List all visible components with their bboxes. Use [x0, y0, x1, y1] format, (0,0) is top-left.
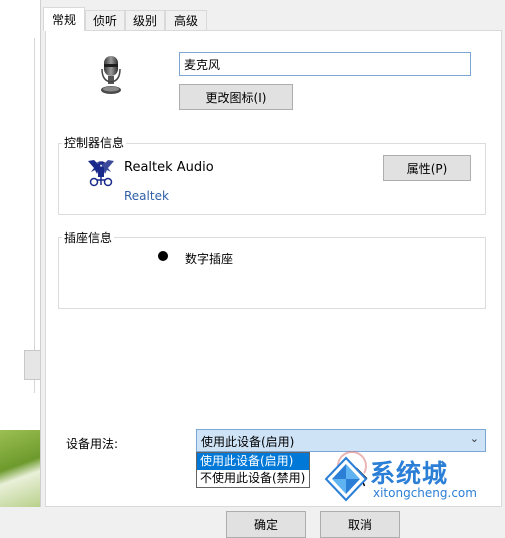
microphone-icon	[98, 55, 124, 98]
socket-type-text: 数字插座	[185, 252, 234, 266]
realtek-icon	[86, 158, 116, 191]
chevron-down-icon: ⌄	[469, 432, 479, 445]
tab-panel-general: 更改图标(I) 控制器信息 Realtek Audio Realtek 属性(P…	[45, 30, 502, 538]
device-usage-select[interactable]: 使用此设备(启用) ⌄	[196, 429, 486, 452]
tab-general[interactable]: 常规	[43, 7, 85, 31]
watermark-text: 系统城	[370, 459, 449, 488]
device-usage-selected-value: 使用此设备(启用)	[201, 435, 295, 449]
ok-button[interactable]: 确定	[226, 511, 306, 538]
controller-name: Realtek Audio	[124, 160, 214, 175]
device-usage-dropdown-list: 使用此设备(启用) 不使用此设备(禁用)	[196, 452, 310, 488]
controller-info-title: 控制器信息	[62, 134, 127, 151]
tab-listen[interactable]: 侦听	[85, 10, 125, 30]
microphone-properties-dialog: 常规 侦听 级别 高级 更改图标(I)	[40, 0, 505, 538]
device-usage-label: 设备用法:	[66, 437, 119, 451]
usage-option-enable[interactable]: 使用此设备(启用)	[197, 453, 309, 470]
background-window-pane	[6, 38, 35, 393]
watermark-logo-icon	[324, 456, 368, 505]
watermark-url: xitongcheng.com	[373, 486, 477, 500]
usage-option-disable[interactable]: 不使用此设备(禁用)	[197, 470, 309, 487]
socket-info-title: 插座信息	[62, 229, 115, 246]
tab-advanced[interactable]: 高级	[165, 10, 207, 30]
cancel-button[interactable]: 取消	[320, 511, 400, 538]
watermark: 系统城 xitongcheng.com	[322, 452, 477, 507]
background-desktop-wallpaper	[0, 430, 42, 507]
change-icon-button[interactable]: 更改图标(I)	[179, 84, 293, 110]
socket-info-group	[58, 237, 486, 309]
device-name-input[interactable]	[179, 52, 471, 76]
properties-button[interactable]: 属性(P)	[383, 155, 471, 181]
controller-vendor: Realtek	[124, 189, 169, 203]
tab-levels[interactable]: 级别	[125, 10, 165, 30]
socket-color-dot	[158, 251, 168, 261]
